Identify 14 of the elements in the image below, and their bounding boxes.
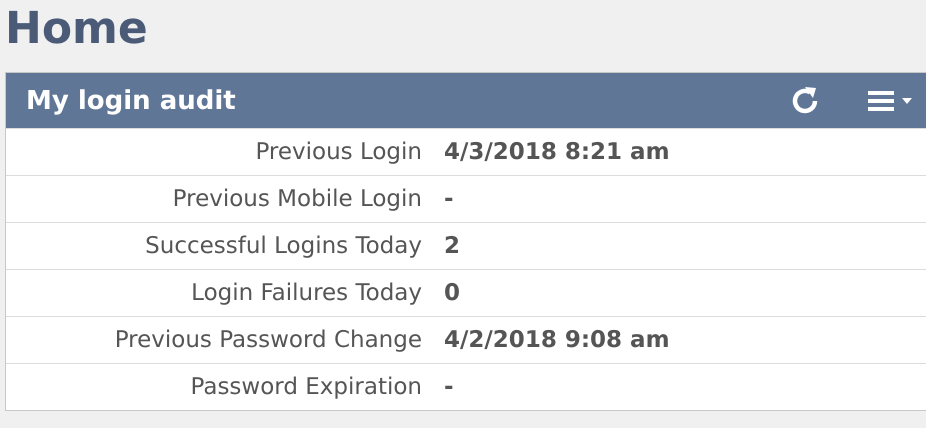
row-label: Previous Mobile Login [172,186,422,212]
page-title: Home [4,2,149,56]
row-value: - [444,374,454,400]
row-label: Successful Logins Today [144,233,422,259]
row-label: Previous Login [254,139,422,165]
row-value: 2 [444,233,460,259]
row-value: 4/3/2018 8:21 am [444,139,670,165]
row-label: Login Failures Today [190,280,422,306]
row-label: Previous Password Change [114,327,422,353]
row-label: Password Expiration [190,374,422,400]
panel-title: My login audit [26,86,237,116]
row-value: 4/2/2018 9:08 am [444,327,670,353]
row-value: - [444,186,454,212]
row-value: 0 [444,280,460,306]
